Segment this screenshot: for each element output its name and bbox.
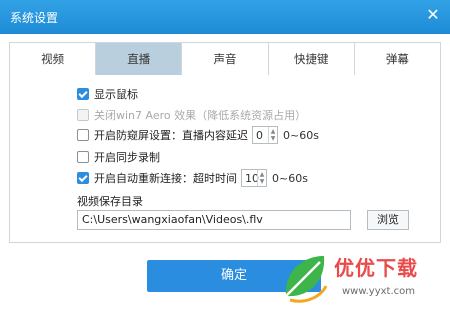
title-bar: 系统设置 ✕ (0, 0, 450, 34)
chevron-up-icon[interactable]: ▲ (260, 171, 265, 178)
option-anti-peek: 开启防窥屏设置：直播内容延迟 0 ▲ ▼ 0~60s (77, 126, 319, 144)
leaf-logo-icon (285, 256, 328, 303)
option-disable-aero: 关闭win7 Aero 效果（降低系统资源占用） (77, 107, 306, 123)
tab-live[interactable]: 直播 (96, 43, 183, 75)
chevron-down-icon[interactable]: ▼ (260, 178, 265, 185)
tab-hotkeys[interactable]: 快捷键 (269, 43, 355, 75)
disable-aero-label: 关闭win7 Aero 效果（降低系统资源占用） (94, 109, 307, 122)
tab-bar: 视频 直播 声音 快捷键 弹幕 (9, 42, 441, 76)
auto-reconnect-label: 开启自动重新连接：超时时间 (94, 172, 237, 185)
chevron-up-icon[interactable]: ▲ (271, 128, 276, 135)
option-auto-reconnect: 开启自动重新连接：超时时间 10 ▲ ▼ 0~60s (77, 169, 308, 187)
delay-stepper[interactable]: 0 ▲ ▼ (252, 126, 278, 144)
settings-dialog: 系统设置 ✕ 视频 直播 声音 快捷键 弹幕 显示鼠标 关闭win7 Aero … (0, 0, 450, 313)
timeout-stepper[interactable]: 10 ▲ ▼ (241, 169, 267, 187)
tab-audio[interactable]: 声音 (182, 43, 269, 75)
stepper-arrows[interactable]: ▲ ▼ (257, 170, 266, 186)
delay-range: 0~60s (283, 128, 319, 142)
show-cursor-checkbox[interactable] (77, 88, 89, 100)
save-dir-label: 视频保存目录 (77, 195, 143, 208)
live-settings-panel: 显示鼠标 关闭win7 Aero 效果（降低系统资源占用） 开启防窥屏设置：直播… (9, 75, 441, 243)
anti-peek-checkbox[interactable] (77, 129, 89, 141)
browse-button[interactable]: 浏览 (367, 210, 409, 230)
watermark-brand: 优优下载 (334, 256, 418, 280)
delay-value[interactable]: 0 (253, 129, 268, 142)
close-icon[interactable]: ✕ (422, 4, 444, 26)
save-path-input[interactable]: C:\Users\wangxiaofan\Videos\.flv (77, 210, 351, 230)
option-show-cursor: 显示鼠标 (77, 86, 138, 102)
option-sync-record: 开启同步录制 (77, 149, 160, 165)
watermark: 优优下载 www.yyxt.com (280, 246, 448, 310)
sync-record-checkbox[interactable] (77, 151, 89, 163)
disable-aero-checkbox (77, 109, 89, 121)
sync-record-label: 开启同步录制 (94, 151, 160, 164)
show-cursor-label: 显示鼠标 (94, 88, 138, 101)
auto-reconnect-checkbox[interactable] (77, 172, 89, 184)
stepper-arrows[interactable]: ▲ ▼ (268, 127, 277, 143)
window-title: 系统设置 (10, 11, 59, 25)
anti-peek-label: 开启防窥屏设置：直播内容延迟 (94, 129, 248, 142)
chevron-down-icon[interactable]: ▼ (271, 135, 276, 142)
watermark-url: www.yyxt.com (342, 286, 416, 297)
tab-danmaku[interactable]: 弹幕 (355, 43, 440, 75)
timeout-value[interactable]: 10 (242, 172, 259, 185)
tab-video[interactable]: 视频 (10, 43, 97, 75)
timeout-range: 0~60s (272, 171, 308, 185)
